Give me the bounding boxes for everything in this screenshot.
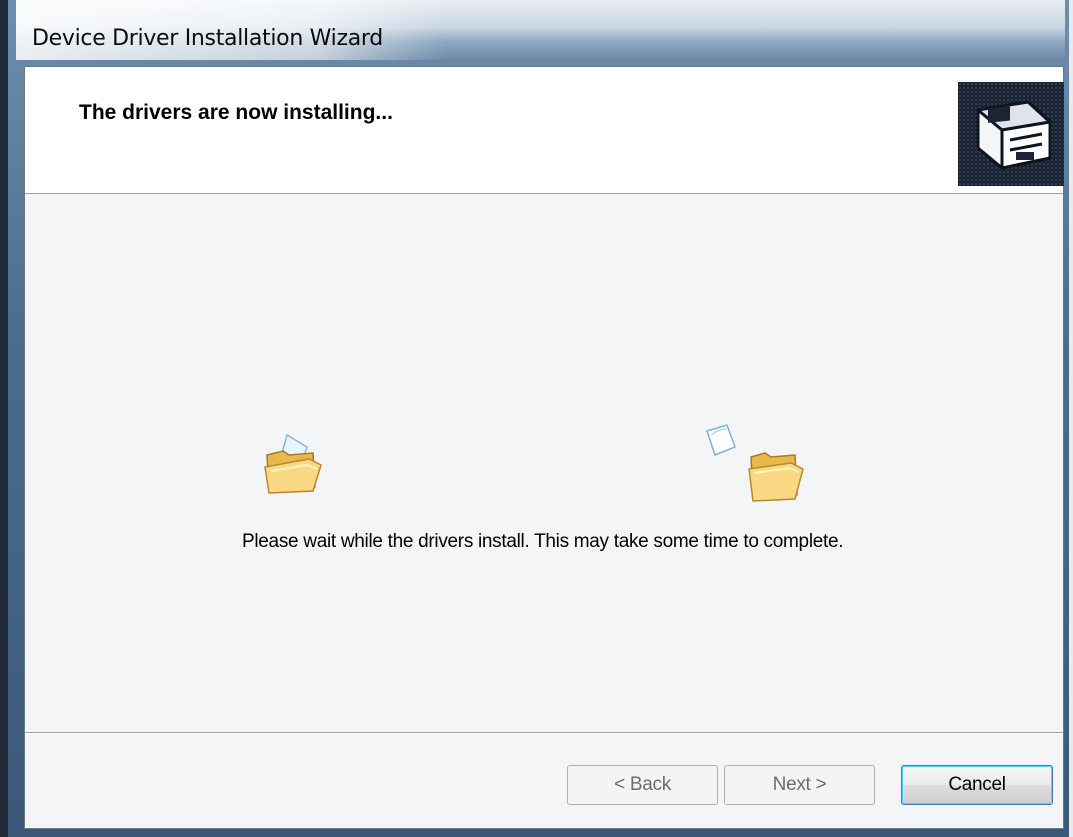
folder-destination-art <box>706 424 804 502</box>
window-title: Device Driver Installation Wizard <box>32 26 383 51</box>
folder-destination-icon <box>748 452 804 502</box>
next-button[interactable]: Next > <box>724 765 875 805</box>
title-bar[interactable]: Device Driver Installation Wizard <box>16 0 1065 60</box>
folder-destination-group <box>697 423 807 503</box>
footer-divider <box>25 732 1063 734</box>
status-message: Please wait while the drivers install. T… <box>242 531 844 552</box>
cancel-button[interactable]: Cancel <box>901 765 1053 805</box>
back-button[interactable]: < Back <box>567 765 718 805</box>
page-title: The drivers are now installing... <box>79 101 393 124</box>
flying-document-icon <box>706 424 736 456</box>
wizard-header: The drivers are now installing... <box>25 67 1064 194</box>
folder-source-icon-art <box>264 433 322 494</box>
folder-source-icon <box>261 433 325 497</box>
hardware-install-icon-art <box>958 82 1064 186</box>
wizard-client-area: The drivers are now installing... Please… <box>24 66 1064 829</box>
hardware-install-icon <box>958 82 1064 186</box>
wizard-window: Device Driver Installation Wizard The dr… <box>0 0 1073 837</box>
